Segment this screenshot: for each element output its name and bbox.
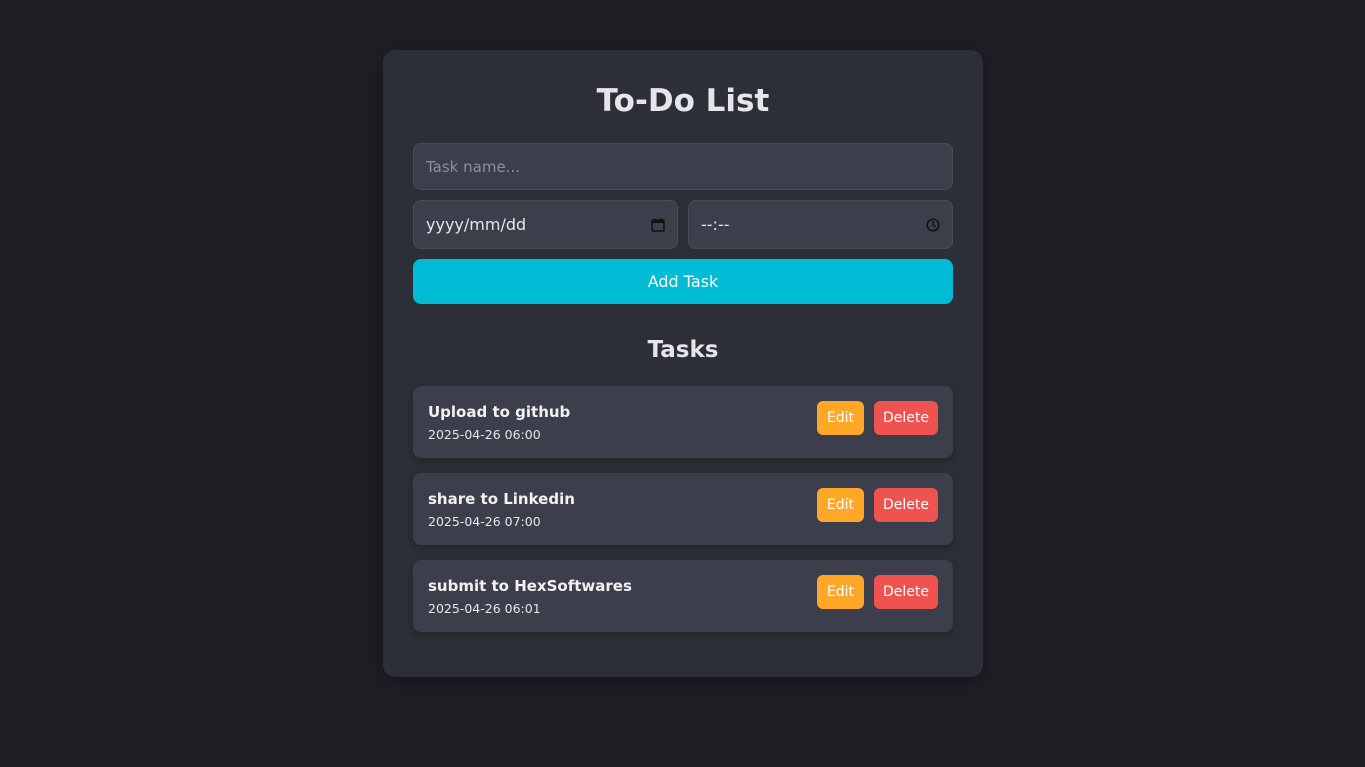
date-input[interactable]: yyyy/mm/dd (413, 200, 678, 249)
date-input-placeholder: yyyy/mm/dd (426, 215, 527, 234)
tasks-heading: Tasks (647, 337, 719, 363)
delete-button[interactable]: Delete (874, 575, 938, 609)
task-list: Upload to github 2025-04-26 06:00 Edit D… (413, 386, 953, 647)
page-title: To-Do List (596, 83, 770, 119)
calendar-icon[interactable] (651, 218, 665, 232)
task-name: submit to HexSoftwares (428, 577, 632, 595)
delete-button[interactable]: Delete (874, 401, 938, 435)
task-datetime: 2025-04-26 07:00 (428, 514, 541, 529)
add-task-button[interactable]: Add Task (413, 259, 953, 304)
clock-icon[interactable] (926, 217, 940, 232)
edit-button[interactable]: Edit (817, 575, 864, 609)
task-item: submit to HexSoftwares 2025-04-26 06:01 … (413, 560, 953, 632)
time-input[interactable]: --:-- (688, 200, 953, 249)
task-item: Upload to github 2025-04-26 06:00 Edit D… (413, 386, 953, 458)
task-name: share to Linkedin (428, 490, 575, 508)
task-item: share to Linkedin 2025-04-26 07:00 Edit … (413, 473, 953, 545)
task-name: Upload to github (428, 403, 571, 421)
task-name-input[interactable] (413, 143, 953, 190)
edit-button[interactable]: Edit (817, 488, 864, 522)
task-datetime: 2025-04-26 06:00 (428, 427, 541, 442)
edit-button[interactable]: Edit (817, 401, 864, 435)
task-datetime: 2025-04-26 06:01 (428, 601, 541, 616)
delete-button[interactable]: Delete (874, 488, 938, 522)
todo-card: To-Do List yyyy/mm/dd --:-- Add Task Tas… (383, 50, 983, 677)
time-input-placeholder: --:-- (701, 215, 730, 234)
